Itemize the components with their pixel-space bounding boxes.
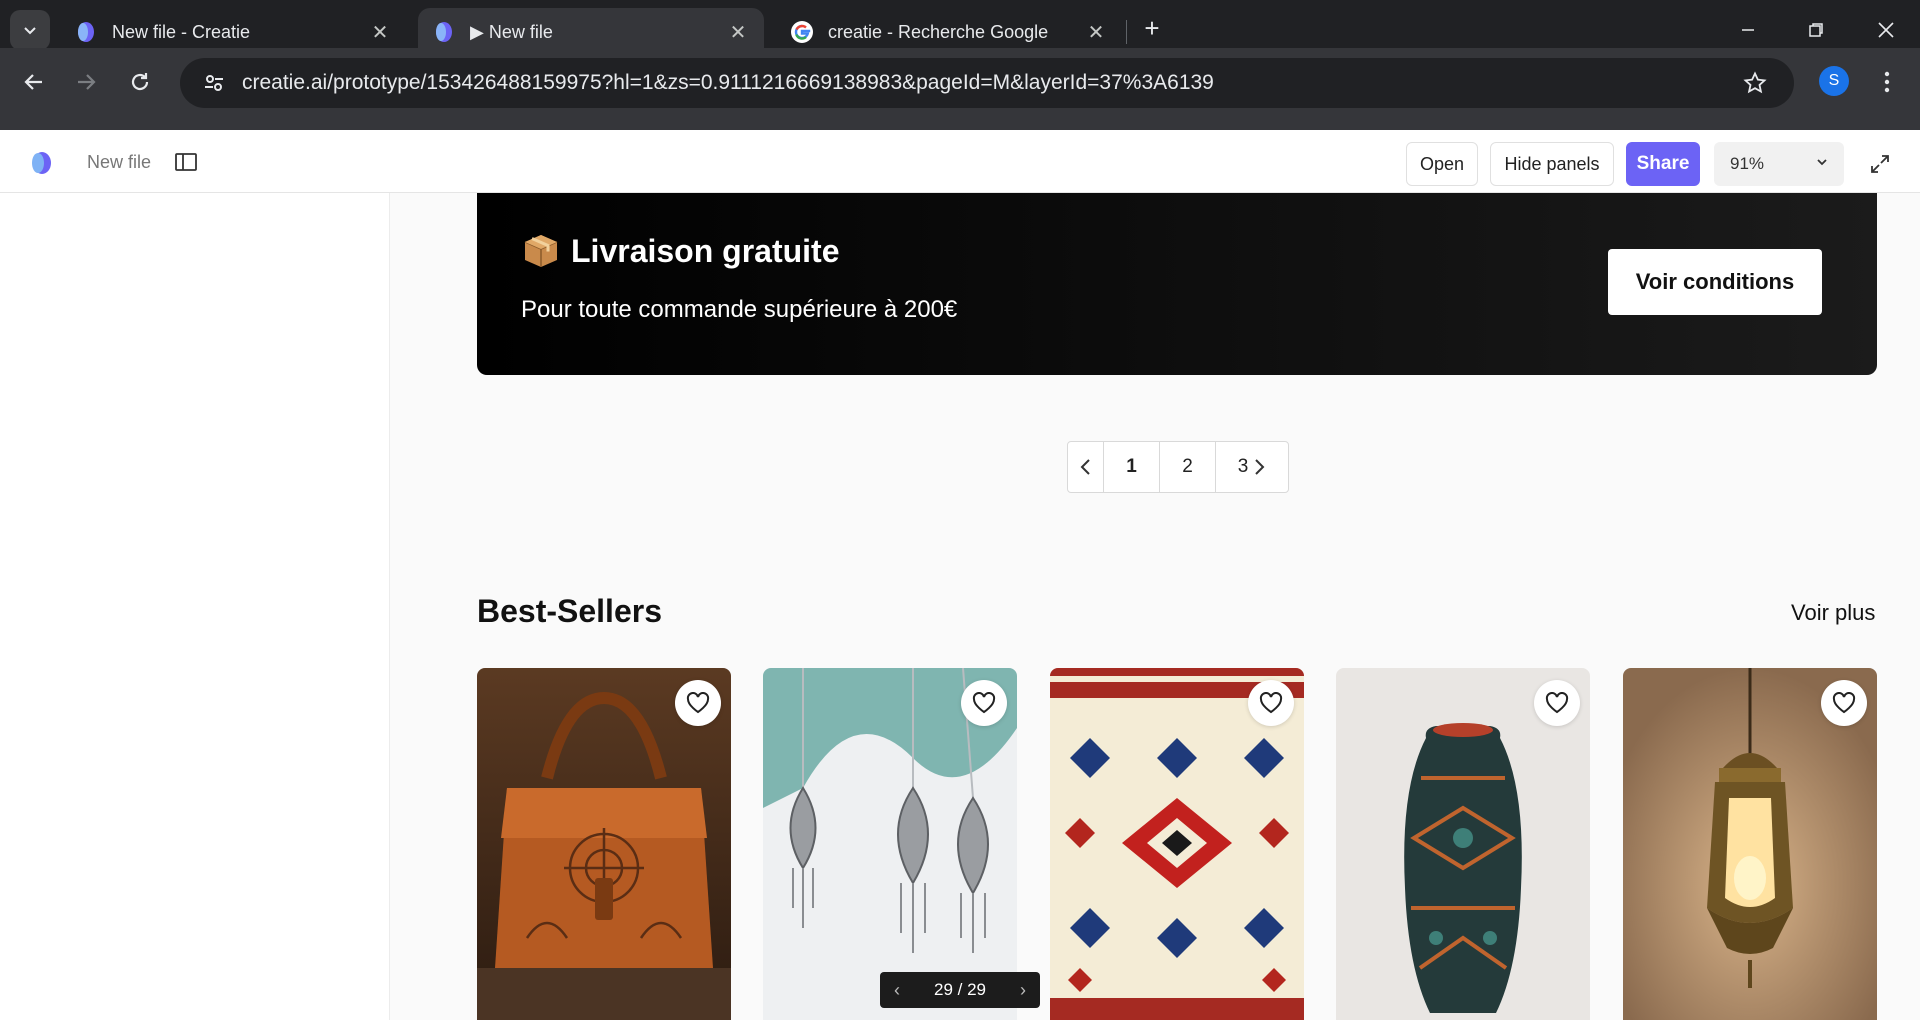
product-card[interactable]: [1623, 668, 1877, 1020]
new-tab-button[interactable]: +: [1136, 12, 1168, 44]
best-sellers-heading: Best-Sellers: [477, 593, 662, 629]
tab-search-button[interactable]: [10, 10, 50, 50]
free-shipping-banner: Livraison gratuite Pour toute commande s…: [477, 193, 1877, 375]
tab-title: ▶ New file: [470, 21, 553, 42]
close-icon[interactable]: ✕: [368, 20, 392, 44]
back-button[interactable]: [14, 62, 54, 102]
open-button[interactable]: Open: [1406, 142, 1478, 186]
tab-divider: [1126, 20, 1127, 44]
bookmark-star-icon[interactable]: [1738, 66, 1772, 100]
wishlist-button[interactable]: [1821, 680, 1867, 726]
tab-title: New file - Creatie: [112, 21, 251, 42]
browser-toolbar: creatie.ai/prototype/153426488159975?hl=…: [0, 48, 1920, 130]
address-bar[interactable]: creatie.ai/prototype/153426488159975?hl=…: [180, 58, 1794, 108]
restore-icon: [1809, 23, 1823, 37]
prototype-canvas: Livraison gratuite Pour toute commande s…: [390, 193, 1920, 1020]
sidebar-toggle-icon[interactable]: [174, 150, 198, 174]
see-more-link[interactable]: Voir plus: [1791, 600, 1875, 626]
more-vertical-icon: [1884, 71, 1890, 93]
close-window-button[interactable]: [1862, 6, 1910, 54]
reload-icon: [131, 73, 149, 91]
close-icon[interactable]: ✕: [726, 20, 750, 44]
site-settings-icon[interactable]: [194, 63, 234, 103]
product-card[interactable]: [763, 668, 1017, 1020]
product-card[interactable]: [1050, 668, 1304, 1020]
minimize-icon: [1742, 29, 1754, 31]
chevron-down-icon: [24, 27, 36, 35]
forward-button[interactable]: [66, 62, 106, 102]
previous-screen-button[interactable]: ‹: [894, 980, 900, 1001]
screen-counter: 29 / 29: [934, 980, 986, 999]
zoom-value: 91%: [1730, 154, 1765, 173]
zoom-select[interactable]: 91%: [1714, 142, 1844, 186]
pagination: 1 2 3: [1067, 441, 1289, 493]
file-name[interactable]: New file: [87, 152, 151, 173]
left-panel: [0, 193, 390, 1020]
wishlist-button[interactable]: [675, 680, 721, 726]
chevron-right-icon: [1255, 459, 1265, 475]
google-logo-icon: [791, 21, 813, 43]
heart-icon: [1545, 692, 1569, 714]
app-header: New file Open Hide panels Share 91%: [0, 130, 1920, 193]
minimize-button[interactable]: [1724, 6, 1772, 54]
page-3-label: 3: [1237, 456, 1249, 477]
heart-icon: [1832, 692, 1856, 714]
hide-panels-button[interactable]: Hide panels: [1490, 142, 1614, 186]
creatie-logo-icon[interactable]: [28, 150, 54, 176]
promo-title: Livraison gratuite: [521, 231, 840, 271]
heart-icon: [1259, 692, 1283, 714]
arrow-right-icon: [78, 74, 96, 90]
page-3-button[interactable]: 3: [1216, 442, 1288, 492]
package-icon: [524, 235, 558, 267]
chevron-left-icon: [1080, 459, 1090, 475]
fullscreen-icon[interactable]: [1868, 152, 1892, 176]
see-conditions-button[interactable]: Voir conditions: [1608, 249, 1822, 315]
wishlist-button[interactable]: [1248, 680, 1294, 726]
wishlist-button[interactable]: [961, 680, 1007, 726]
prototype-screen-navigator: ‹ 29 / 29 ›: [880, 972, 1040, 1008]
url-text[interactable]: creatie.ai/prototype/153426488159975?hl=…: [242, 71, 1214, 95]
promo-subtitle: Pour toute commande supérieure à 200€: [521, 296, 958, 323]
product-card[interactable]: [1336, 668, 1590, 1020]
previous-page-button[interactable]: [1068, 442, 1104, 492]
plus-icon: +: [1144, 12, 1160, 43]
page-1-button[interactable]: 1: [1104, 442, 1160, 492]
page-2-button[interactable]: 2: [1160, 442, 1216, 492]
creatie-logo-icon: [436, 22, 452, 42]
close-icon: [1878, 22, 1894, 38]
profile-avatar[interactable]: S: [1819, 66, 1849, 96]
share-button[interactable]: Share: [1626, 142, 1700, 186]
product-card[interactable]: [477, 668, 731, 1020]
creatie-logo-icon: [78, 22, 94, 42]
restore-button[interactable]: [1792, 6, 1840, 54]
close-icon[interactable]: ✕: [1084, 20, 1108, 44]
reload-button[interactable]: [120, 62, 160, 102]
arrow-left-icon: [24, 74, 42, 90]
wishlist-button[interactable]: [1534, 680, 1580, 726]
browser-menu-button[interactable]: [1870, 62, 1904, 102]
browser-tab-bar: New file - Creatie ✕ ▶ New file ✕ creati…: [0, 0, 1920, 56]
chevron-down-icon: [1817, 159, 1827, 166]
tab-title: creatie - Recherche Google: [828, 21, 1049, 42]
heart-icon: [686, 692, 710, 714]
next-screen-button[interactable]: ›: [1020, 980, 1026, 1001]
heart-icon: [972, 692, 996, 714]
promo-title-text: Livraison gratuite: [571, 232, 840, 269]
